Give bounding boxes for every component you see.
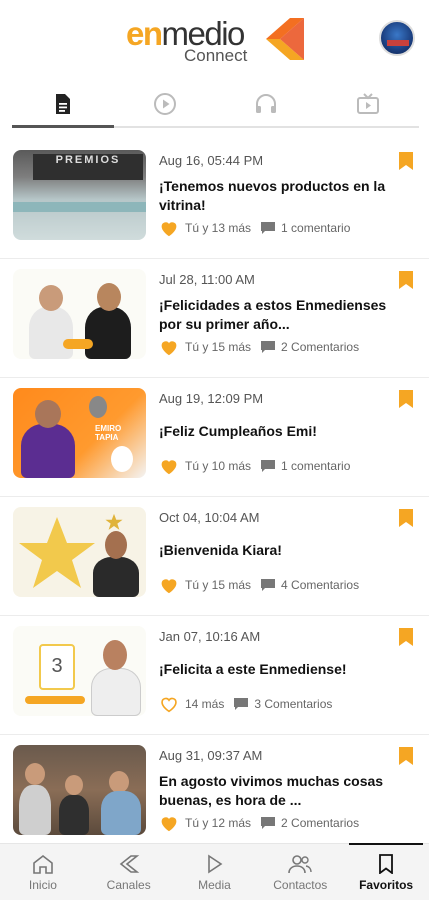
post-card[interactable]: 3 Jan 07, 10:16 AM ¡Felicita a este Enme… bbox=[0, 616, 429, 735]
enmedio-connect-logo: enmedio Connect bbox=[126, 14, 316, 66]
user-avatar[interactable] bbox=[379, 20, 415, 56]
star-icon bbox=[19, 517, 95, 588]
post-thumbnail[interactable]: EMIRO TAPIA bbox=[13, 388, 146, 478]
comment-icon bbox=[261, 341, 276, 353]
post-title[interactable]: ¡Tenemos nuevos productos en la vitrina! bbox=[159, 177, 399, 215]
bookmark-outline-icon bbox=[379, 854, 393, 874]
post-meta: Tú y 10 más 1 comentario bbox=[159, 457, 350, 475]
post-thumbnail[interactable] bbox=[13, 269, 146, 359]
comments-count[interactable]: 2 Comentarios bbox=[281, 816, 359, 830]
tab-articles[interactable] bbox=[12, 82, 114, 128]
bookmark-icon[interactable] bbox=[399, 747, 413, 765]
post-meta: Tú y 15 más 4 Comentarios bbox=[159, 576, 359, 594]
likes-count[interactable]: Tú y 15 más bbox=[185, 578, 251, 592]
comment-icon bbox=[234, 698, 249, 710]
small-star-icon bbox=[105, 513, 123, 530]
nav-media[interactable]: Media bbox=[172, 844, 258, 900]
tv-icon bbox=[357, 93, 380, 114]
thumbnail-name-text: EMIRO TAPIA bbox=[95, 424, 122, 442]
post-card[interactable]: Aug 31, 09:37 AM En agosto vivimos mucha… bbox=[0, 735, 429, 854]
likes-count[interactable]: Tú y 12 más bbox=[185, 816, 251, 830]
nav-label: Canales bbox=[106, 878, 151, 892]
post-meta: Tú y 12 más 2 Comentarios bbox=[159, 814, 359, 832]
post-card[interactable]: PREMIOS Aug 16, 05:44 PM ¡Tenemos nuevos… bbox=[0, 140, 429, 259]
post-date: Aug 16, 05:44 PM bbox=[159, 153, 264, 168]
post-thumbnail[interactable] bbox=[13, 507, 146, 597]
post-title[interactable]: ¡Felicita a este Enmediense! bbox=[159, 660, 399, 679]
headphones-icon bbox=[256, 94, 277, 113]
bookmark-icon[interactable] bbox=[399, 390, 413, 408]
bookmark-icon[interactable] bbox=[399, 152, 413, 170]
logo-mark-icon bbox=[266, 18, 304, 60]
comment-icon bbox=[261, 460, 276, 472]
content-type-tabs bbox=[12, 82, 419, 128]
comments-count[interactable]: 1 comentario bbox=[281, 459, 350, 473]
thumbnail-sign-text: PREMIOS bbox=[33, 154, 143, 180]
play-outline-icon bbox=[208, 854, 223, 874]
likes-count[interactable]: Tú y 15 más bbox=[185, 340, 251, 354]
heart-filled-icon[interactable] bbox=[159, 457, 179, 475]
post-title[interactable]: ¡Feliz Cumpleaños Emi! bbox=[159, 422, 399, 441]
heart-filled-icon[interactable] bbox=[159, 338, 179, 356]
comments-count[interactable]: 1 comentario bbox=[281, 221, 350, 235]
post-card[interactable]: Jul 28, 11:00 AM ¡Felicidades a estos En… bbox=[0, 259, 429, 378]
post-thumbnail[interactable] bbox=[13, 745, 146, 835]
channels-icon bbox=[119, 855, 139, 873]
nav-contactos[interactable]: Contactos bbox=[257, 844, 343, 900]
app-header: enmedio Connect bbox=[0, 0, 429, 80]
likes-count[interactable]: Tú y 13 más bbox=[185, 221, 251, 235]
nav-canales[interactable]: Canales bbox=[86, 844, 172, 900]
home-icon bbox=[33, 854, 53, 874]
tab-videos[interactable] bbox=[114, 82, 216, 126]
tab-podcasts[interactable] bbox=[216, 82, 318, 126]
nav-label: Inicio bbox=[28, 878, 57, 892]
nav-favoritos[interactable]: Favoritos bbox=[343, 843, 429, 900]
post-thumbnail[interactable]: PREMIOS bbox=[13, 150, 146, 240]
heart-filled-icon[interactable] bbox=[159, 219, 179, 237]
heart-filled-icon[interactable] bbox=[159, 576, 179, 594]
heart-filled-icon[interactable] bbox=[159, 814, 179, 832]
likes-count[interactable]: Tú y 10 más bbox=[185, 459, 251, 473]
post-date: Aug 31, 09:37 AM bbox=[159, 748, 263, 763]
post-thumbnail[interactable]: 3 bbox=[13, 626, 146, 716]
post-card[interactable]: EMIRO TAPIA Aug 19, 12:09 PM ¡Feliz Cump… bbox=[0, 378, 429, 497]
thumbnail-years-text: 3 bbox=[39, 644, 75, 690]
post-title[interactable]: En agosto vivimos muchas cosas buenas, e… bbox=[159, 772, 399, 810]
contacts-icon bbox=[288, 855, 312, 874]
post-meta: 14 más 3 Comentarios bbox=[159, 695, 332, 713]
comments-count[interactable]: 2 Comentarios bbox=[281, 340, 359, 354]
logo-subtitle: Connect bbox=[184, 46, 248, 65]
heart-outline-icon[interactable] bbox=[159, 695, 179, 713]
post-date: Jan 07, 10:16 AM bbox=[159, 629, 261, 644]
nav-inicio[interactable]: Inicio bbox=[0, 844, 86, 900]
likes-count[interactable]: 14 más bbox=[185, 697, 224, 711]
comments-count[interactable]: 3 Comentarios bbox=[254, 697, 332, 711]
post-meta: Tú y 15 más 2 Comentarios bbox=[159, 338, 359, 356]
nav-label: Media bbox=[198, 878, 231, 892]
comment-icon bbox=[261, 222, 276, 234]
post-feed: PREMIOS Aug 16, 05:44 PM ¡Tenemos nuevos… bbox=[0, 140, 429, 854]
bookmark-icon[interactable] bbox=[399, 271, 413, 289]
post-date: Oct 04, 10:04 AM bbox=[159, 510, 260, 525]
bookmark-icon[interactable] bbox=[399, 509, 413, 527]
nav-label: Favoritos bbox=[359, 878, 414, 892]
bookmark-icon[interactable] bbox=[399, 628, 413, 646]
post-title[interactable]: ¡Felicidades a estos Enmedienses por su … bbox=[159, 296, 399, 334]
comments-count[interactable]: 4 Comentarios bbox=[281, 578, 359, 592]
post-title[interactable]: ¡Bienvenida Kiara! bbox=[159, 541, 399, 560]
play-icon bbox=[153, 93, 176, 115]
comment-icon bbox=[261, 817, 276, 829]
document-icon bbox=[55, 94, 70, 114]
nav-label: Contactos bbox=[273, 878, 328, 892]
post-card[interactable]: Oct 04, 10:04 AM ¡Bienvenida Kiara! Tú y… bbox=[0, 497, 429, 616]
post-date: Aug 19, 12:09 PM bbox=[159, 391, 264, 406]
bottom-navigation: Inicio Canales Media Contactos Favoritos bbox=[0, 843, 429, 900]
comment-icon bbox=[261, 579, 276, 591]
post-date: Jul 28, 11:00 AM bbox=[159, 272, 255, 287]
tab-tv[interactable] bbox=[317, 82, 419, 126]
post-meta: Tú y 13 más 1 comentario bbox=[159, 219, 350, 237]
